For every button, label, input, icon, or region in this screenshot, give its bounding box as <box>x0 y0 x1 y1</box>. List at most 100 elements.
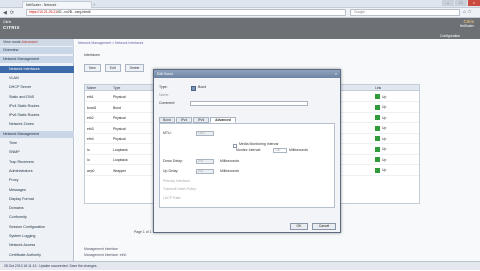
dialog-close-icon[interactable]: × <box>332 70 340 78</box>
cell-link: Up <box>375 134 419 143</box>
media-monitoring-label: Media Monitoring Interval <box>239 142 279 146</box>
primary-interface-label: Primary Interface: <box>163 179 191 183</box>
cell-name: eth4 <box>87 137 94 141</box>
monitor-ms-label: Milliseconds <box>289 148 309 152</box>
cell-name: wrp0 <box>87 168 95 173</box>
monitor-interval-input[interactable]: 100 <box>273 148 287 153</box>
cell-status: Up <box>382 157 387 162</box>
ok-button[interactable]: OK <box>290 223 308 230</box>
cancel-button[interactable]: Cancel <box>312 223 336 230</box>
delete-button[interactable]: Delete <box>124 64 145 72</box>
close-window-button[interactable]: × <box>468 0 480 6</box>
cell-status: Up <box>382 126 387 130</box>
star-icon[interactable]: ☆ <box>467 9 471 15</box>
cell-link: Up <box>375 166 419 175</box>
column-link[interactable]: Link <box>375 85 419 90</box>
brand-name: Citrix <box>3 20 12 24</box>
comment-input[interactable] <box>190 101 308 106</box>
view-mode-label: View mode <box>3 40 21 44</box>
sidebar-item[interactable]: Trap Receivers <box>0 159 74 166</box>
status-ok-icon <box>375 157 380 162</box>
sidebar-item[interactable]: Session Configuration <box>0 224 74 231</box>
view-mode-value[interactable]: Advanced <box>22 40 38 44</box>
window-controls: – □ × <box>440 0 480 8</box>
cell-name: eth3 <box>87 126 94 131</box>
cell-name: lo <box>87 158 90 162</box>
cell-name: bond1 <box>87 105 97 110</box>
sidebar-item[interactable]: Domains <box>0 205 74 212</box>
search-input[interactable]: Google <box>350 9 460 16</box>
cell-link: Up <box>375 92 419 101</box>
sidebar-item[interactable]: IPv6 Static Routes <box>0 112 74 119</box>
home-icon[interactable]: ⌂ <box>463 9 466 15</box>
sidebar-item[interactable]: Network Zones <box>0 121 74 128</box>
brand-product: CITRIX <box>3 25 20 30</box>
sidebar-item[interactable]: VLAN <box>0 75 74 82</box>
lacp-rate-label: LACP Rate: <box>163 196 182 200</box>
mtu-input[interactable]: 1500 <box>196 131 214 136</box>
cell-status: Up <box>382 168 387 172</box>
sidebar-item[interactable]: Network Access <box>0 242 74 249</box>
new-button[interactable]: New <box>84 64 101 72</box>
back-icon[interactable]: ◀ <box>3 9 7 17</box>
cell-status: Up <box>382 147 387 151</box>
view-mode-bar[interactable]: View mode Advanced <box>0 39 74 46</box>
management-section: Management Interface Management Interfac… <box>84 246 284 258</box>
app-header <box>0 18 480 39</box>
type-label: Type: <box>159 85 168 89</box>
sidebar-item[interactable]: Network Management <box>0 56 74 64</box>
monitor-interval-label: Monitor Interval: <box>236 148 262 152</box>
maximize-button[interactable]: □ <box>455 0 467 6</box>
hash-policy-label: Transmit Hash Policy: <box>163 187 197 191</box>
minimize-button[interactable]: – <box>442 0 454 6</box>
sidebar-item[interactable]: Administrators <box>0 168 74 175</box>
sidebar-item[interactable]: Proxy <box>0 177 74 184</box>
sidebar-item[interactable]: Display Format <box>0 196 74 203</box>
logo-bottom: NetScaler <box>460 24 474 28</box>
comment-label: Comment: <box>159 101 176 105</box>
cell-status: Up <box>382 94 387 99</box>
brand: Citrix CITRIX <box>3 20 25 37</box>
cell-link: Up <box>375 113 419 122</box>
status-ok-icon <box>375 167 380 173</box>
sidebar-item[interactable]: Network Management <box>0 130 74 138</box>
cell-name: eth1 <box>87 95 94 99</box>
reload-icon[interactable]: ⟳ <box>10 9 14 17</box>
up-delay-input[interactable]: 200 <box>196 169 214 174</box>
sidebar-item[interactable]: IPv4 Static Routes <box>0 103 74 110</box>
toolbar-icons: ⌂ ☆ <box>463 9 479 16</box>
url-path: /ID...vn2B...nzrg.html# <box>57 10 91 14</box>
mtu-label: MTU: <box>163 131 172 135</box>
down-delay-ms-label: Milliseconds <box>220 159 240 163</box>
status-ok-icon <box>375 115 380 120</box>
down-delay-input[interactable]: 200 <box>196 159 214 164</box>
address-bar[interactable]: https://10.21.29.21/ID...vn2B...nzrg.htm… <box>26 9 346 16</box>
breadcrumb[interactable]: Network Management > Network Interfaces <box>78 40 428 46</box>
sidebar-item[interactable]: Certificate Authority <box>0 252 74 259</box>
browser-tab[interactable]: NetScaler - Network <box>22 1 92 8</box>
cell-status: Up <box>382 105 387 109</box>
sidebar-item[interactable]: Network Interfaces <box>0 65 74 73</box>
sidebar-item[interactable]: Overview <box>0 47 74 55</box>
sidebar-item[interactable]: DHCP Server <box>0 84 74 91</box>
status-ok-icon <box>375 104 380 110</box>
sidebar-item[interactable]: Conformity <box>0 214 74 221</box>
sidebar-item[interactable]: Static and DNS <box>0 94 74 101</box>
cell-status: Up <box>382 136 387 141</box>
column-name[interactable]: Name <box>85 85 113 90</box>
cell-link: Up <box>375 155 419 164</box>
status-ok-icon <box>375 146 380 152</box>
bond-icon <box>191 86 196 91</box>
cell-name: eth2 <box>87 116 94 120</box>
sidebar-item[interactable]: SNMP <box>0 149 74 156</box>
status-bar: 28.Oct.2013 16:11:13 : Update succeeded.… <box>0 261 480 270</box>
dialog-title[interactable]: Edit Bond <box>154 70 340 78</box>
new-tab-button[interactable]: + <box>93 2 99 7</box>
edit-button[interactable]: Edit <box>104 64 121 72</box>
sidebar-item[interactable]: Messages <box>0 187 74 194</box>
up-delay-label: Up Delay: <box>163 169 179 173</box>
type-value: Bond <box>198 85 207 89</box>
sidebar-item[interactable]: Time <box>0 140 74 147</box>
sidebar-item[interactable]: System Logging <box>0 233 74 240</box>
status-ok-icon <box>375 94 380 99</box>
